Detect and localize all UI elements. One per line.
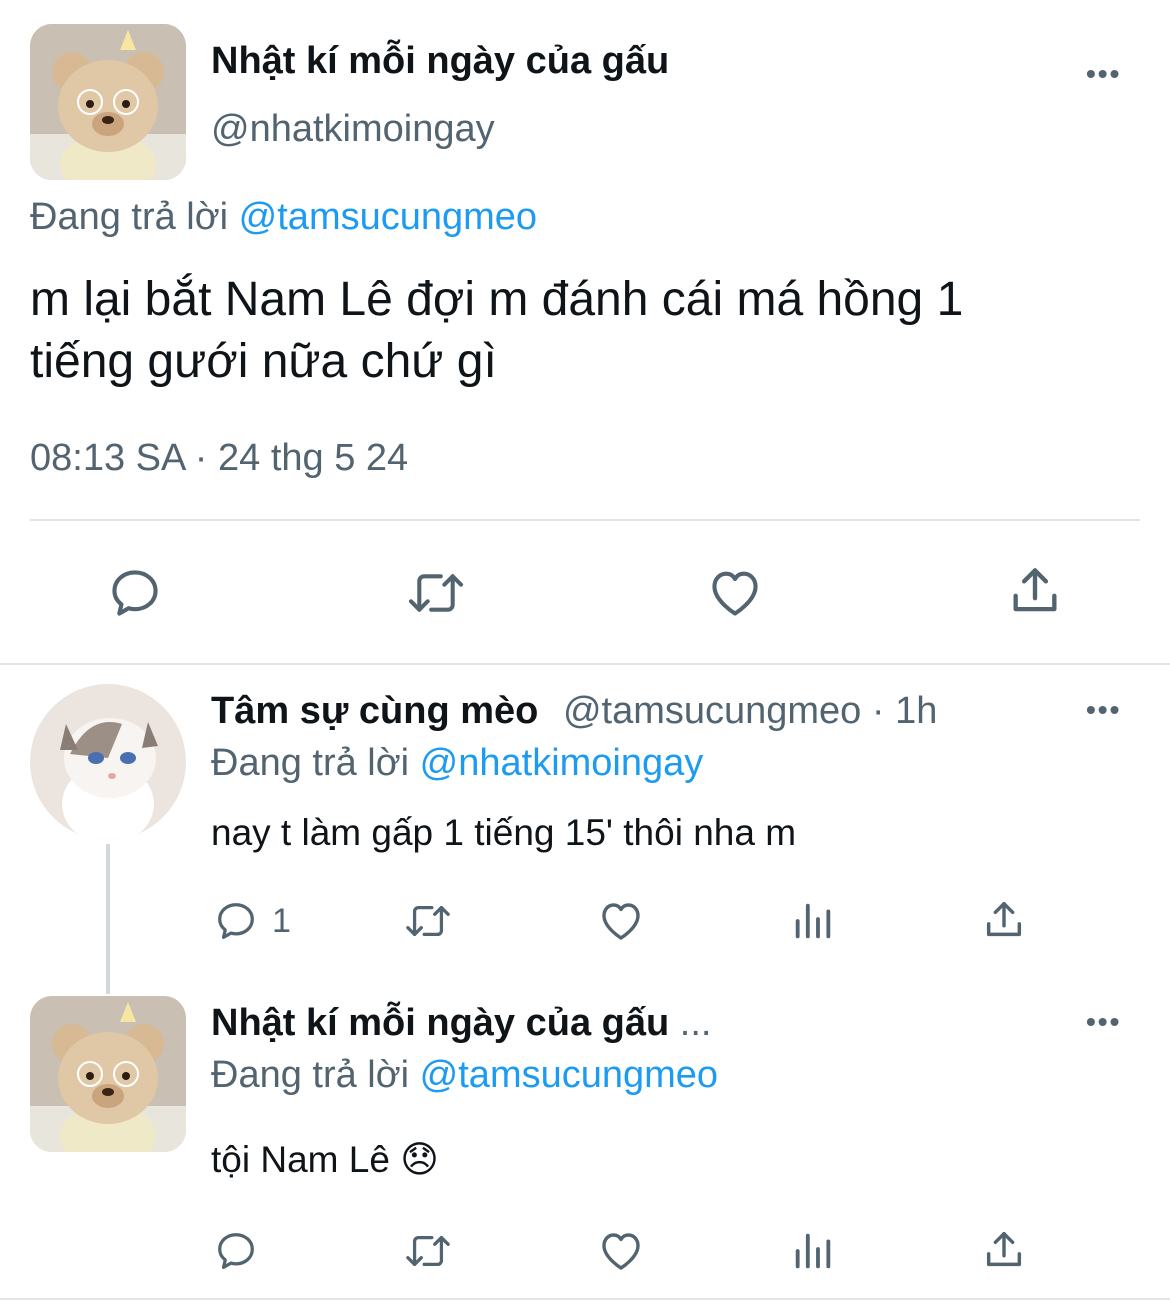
reply1-reply-context: Đang trả lời @nhatkimoingay — [211, 742, 703, 785]
main-display-name[interactable]: Nhật kí mỗi ngày của gấu — [211, 40, 669, 83]
reply-mention-link[interactable]: @tamsucungmeo — [420, 1054, 718, 1096]
reply1-text: nay t làm gấp 1 tiếng 15' thôi nha m — [211, 812, 797, 853]
reply-mention-link[interactable]: @tamsucungmeo — [239, 196, 537, 238]
reply-icon[interactable] — [213, 898, 259, 944]
cat-avatar-image — [30, 684, 186, 840]
reply1-header: Tâm sự cùng mèo @tamsucungmeo · 1h — [211, 690, 937, 733]
reply-prefix: Đang trả lời — [30, 196, 229, 238]
retweet-icon[interactable] — [405, 564, 467, 622]
reply2-display-name[interactable]: Nhật kí mỗi ngày của gấu — [211, 1002, 669, 1044]
reply-prefix: Đang trả lời — [211, 742, 410, 784]
reply-mention-link[interactable]: @nhatkimoingay — [420, 742, 704, 784]
share-icon[interactable] — [981, 1227, 1027, 1273]
like-icon[interactable] — [596, 897, 646, 945]
bear-avatar-image — [30, 996, 186, 1152]
reply-icon[interactable] — [213, 1228, 259, 1274]
reply2-name-ellipsis: ... — [679, 1002, 712, 1044]
avatar-reply2[interactable] — [30, 996, 186, 1152]
bottom-divider — [0, 1298, 1170, 1300]
section-divider — [0, 663, 1170, 665]
more-icon[interactable]: ••• — [1086, 694, 1121, 726]
retweet-icon[interactable] — [403, 898, 453, 944]
sad-emoji: 😞 — [400, 1139, 439, 1180]
like-icon[interactable] — [705, 564, 765, 622]
avatar-main[interactable] — [30, 24, 186, 180]
bear-avatar-image — [30, 24, 186, 180]
reply2-reply-context: Đang trả lời @tamsucungmeo — [211, 1054, 718, 1097]
divider — [30, 519, 1140, 521]
like-icon[interactable] — [596, 1227, 646, 1275]
main-reply-context: Đang trả lời @tamsucungmeo — [30, 196, 537, 239]
views-icon[interactable] — [790, 898, 836, 944]
reply1-handle[interactable]: @tamsucungmeo — [563, 690, 861, 732]
retweet-icon[interactable] — [403, 1228, 453, 1274]
reply-icon[interactable] — [106, 564, 164, 622]
main-tweet-text-line1: m lại bắt Nam Lê đợi m đánh cái má hồng … — [30, 273, 964, 326]
main-handle[interactable]: @nhatkimoingay — [211, 108, 495, 151]
reply1-display-name[interactable]: Tâm sự cùng mèo — [211, 690, 538, 732]
reply1-reply-count: 1 — [272, 902, 291, 940]
views-icon[interactable] — [790, 1228, 836, 1274]
main-timestamp[interactable]: 08:13 SA · 24 thg 5 24 — [30, 437, 408, 480]
avatar-reply1[interactable] — [30, 684, 186, 840]
reply1-time[interactable]: 1h — [895, 690, 937, 732]
more-icon[interactable]: ••• — [1086, 1006, 1121, 1038]
more-icon[interactable]: ••• — [1086, 58, 1121, 90]
reply1-separator: · — [871, 690, 885, 732]
share-icon[interactable] — [981, 897, 1027, 943]
reply2-text-row: tội Nam Lê 😞 — [211, 1138, 439, 1181]
reply2-header: Nhật kí mỗi ngày của gấu ... — [211, 1002, 711, 1045]
reply-prefix: Đang trả lời — [211, 1054, 410, 1096]
reply2-text: tội Nam Lê — [211, 1139, 390, 1180]
thread-connector-line — [106, 844, 110, 994]
share-icon[interactable] — [1006, 562, 1064, 620]
main-tweet-text-line2: tiếng gưới nữa chứ gì — [30, 335, 497, 388]
